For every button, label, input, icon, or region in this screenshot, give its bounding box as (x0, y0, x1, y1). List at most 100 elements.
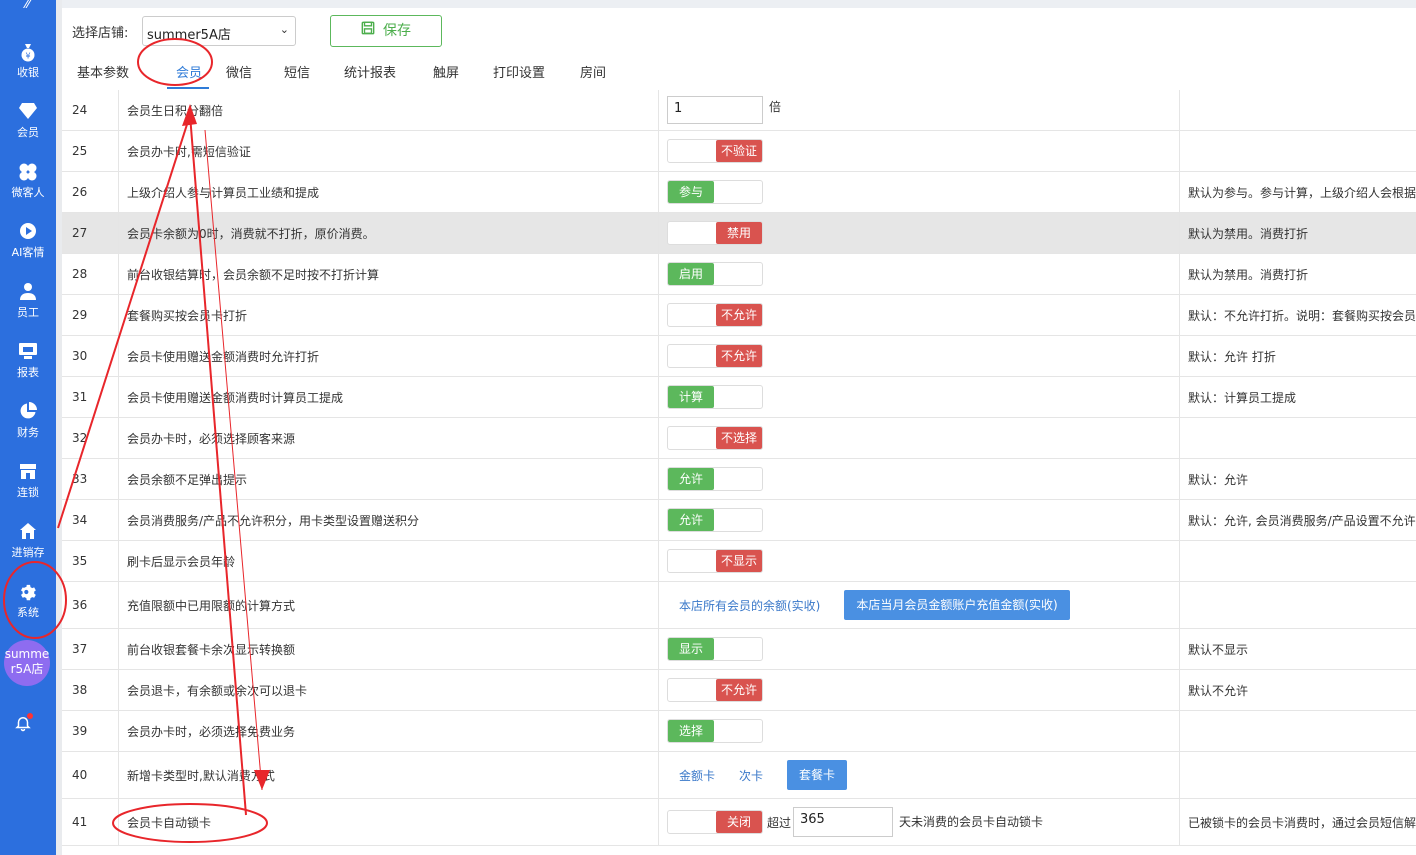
tab-7[interactable]: 房间 (580, 62, 606, 81)
toggle-switch[interactable]: 显示 (667, 637, 763, 661)
tab-6[interactable]: 打印设置 (493, 62, 545, 81)
lock-suffix: 天未消费的会员卡自动锁卡 (899, 815, 1044, 829)
save-label: 保存 (383, 23, 411, 39)
tab-0[interactable]: 基本参数 (77, 62, 129, 81)
setting-name: 会员办卡时，必须选择顾客来源 (119, 418, 659, 458)
sidebar-item-label: 报表 (17, 366, 39, 379)
setting-description: 默认：允许, 会员消费服务/产品设置不允许 (1188, 513, 1416, 528)
tab-3[interactable]: 短信 (284, 62, 310, 81)
chevron-down-icon: ⌄ (279, 23, 289, 36)
toggle-label: 不允许 (716, 304, 762, 326)
lock-prefix: 超过 (767, 815, 792, 830)
setting-control: 不允许 (659, 670, 1180, 710)
main-panel: 选择店铺: summer5A店 ⌄ 保存 基本参数 会员 微信 短信 统计报表 触屏 打印设… (56, 0, 1416, 855)
sidebar-item-7[interactable]: 连锁 (0, 456, 56, 516)
row-number: 27 (62, 213, 119, 253)
setting-description (1180, 582, 1416, 628)
setting-name: 前台收银套餐卡余次显示转换额 (119, 629, 659, 669)
bell-icon[interactable] (14, 713, 34, 734)
tab-5[interactable]: 触屏 (433, 62, 459, 81)
sidebar-item-5[interactable]: 报表 (0, 336, 56, 396)
sidebar-item-2[interactable]: 微客人 (0, 156, 56, 216)
toggle-switch[interactable]: 禁用 (667, 221, 763, 245)
header: 选择店铺: summer5A店 ⌄ 保存 基本参数 会员 微信 短信 统计报表 触屏 打印设… (62, 8, 1416, 90)
table-row: 39 会员办卡时，必须选择免费业务 选择 (62, 711, 1416, 752)
toggle-switch[interactable]: 不允许 (667, 678, 763, 702)
toggle-switch[interactable]: 启用 (667, 262, 763, 286)
sidebar-item-0[interactable]: ¥ 收银 (0, 36, 56, 96)
save-button[interactable]: 保存 (330, 15, 442, 47)
setting-description (1180, 131, 1416, 171)
table-row: 24 会员生日积分翻倍 1 倍 (62, 90, 1416, 131)
setting-control: 不允许 (659, 336, 1180, 376)
toggle-switch[interactable]: 不允许 (667, 344, 763, 368)
setting-description: 默认：计算员工提成 (1188, 390, 1297, 405)
sidebar-item-label: 员工 (17, 306, 39, 319)
setting-description (1180, 541, 1416, 581)
pie-chart-icon (18, 402, 38, 422)
setting-description (1180, 711, 1416, 751)
row-number: 30 (62, 336, 119, 376)
toggle-switch[interactable]: 不允许 (667, 303, 763, 327)
table-row: 26 上级介绍人参与计算员工业绩和提成 参与 默认为参与。参与计算，上级介绍人会根据 (62, 172, 1416, 213)
toggle-switch[interactable]: 不验证 (667, 139, 763, 163)
setting-name: 新增卡类型时,默认消费方式 (119, 752, 659, 798)
sidebar-item-label: 微客人 (11, 186, 45, 199)
tab-1[interactable]: 会员 (176, 62, 202, 81)
sidebar-item-3[interactable]: AI客情 (0, 216, 56, 276)
active-tab-underline (167, 87, 209, 89)
setting-description (1180, 752, 1416, 798)
row-number: 38 (62, 670, 119, 710)
row-number: 34 (62, 500, 119, 540)
sidebar-item-4[interactable]: 员工 (0, 276, 56, 336)
toggle-label: 禁用 (716, 222, 762, 244)
setting-description: 默认为禁用。消费打折 (1188, 267, 1309, 282)
toggle-switch[interactable]: 关闭 (667, 810, 763, 834)
setting-description: 默认不显示 (1188, 642, 1249, 657)
lock-days-input[interactable]: 365 (793, 807, 894, 837)
setting-control: 参与 (659, 172, 1180, 212)
diamond-icon (18, 102, 38, 122)
setting-description: 默认：允许 (1188, 472, 1249, 487)
setting-name: 会员退卡，有余额或余次可以退卡 (119, 670, 659, 710)
collapse-icon[interactable]: ⁄⁄ (0, 0, 56, 24)
table-row: 33 会员余额不足弹出提示 允许 默认：允许 (62, 459, 1416, 500)
toggle-switch[interactable]: 允许 (667, 467, 763, 491)
tab-2[interactable]: 微信 (226, 62, 252, 81)
sidebar-item-1[interactable]: 会员 (0, 96, 56, 156)
option-2[interactable]: 套餐卡 (787, 760, 848, 790)
toggle-switch[interactable]: 不显示 (667, 549, 763, 573)
toggle-switch[interactable]: 选择 (667, 719, 763, 743)
option-0[interactable]: 本店所有会员的余额(实收) (679, 597, 820, 614)
row-number: 35 (62, 541, 119, 581)
row-number: 39 (62, 711, 119, 751)
row-number: 31 (62, 377, 119, 417)
toggle-switch[interactable]: 计算 (667, 385, 763, 409)
table-row: 30 会员卡使用赠送金额消费时允许打折 不允许 默认：允许 打折 (62, 336, 1416, 377)
toggle-label: 不验证 (716, 140, 762, 162)
store-select[interactable]: summer5A店 ⌄ (142, 16, 296, 46)
avatar[interactable]: summer5A店 (4, 640, 50, 686)
multiplier-input[interactable]: 1 (667, 96, 763, 124)
setting-description (1180, 418, 1416, 458)
toggle-switch[interactable]: 允许 (667, 508, 763, 532)
tab-4[interactable]: 统计报表 (344, 62, 396, 81)
gear-icon (18, 582, 38, 602)
sidebar-item-label: 财务 (17, 426, 39, 439)
sidebar-item-8[interactable]: 进销存 (0, 516, 56, 576)
sidebar-item-6[interactable]: 财务 (0, 396, 56, 456)
table-row: 34 会员消费服务/产品不允许积分，用卡类型设置赠送积分 允许 默认：允许, 会员消费… (62, 500, 1416, 541)
store-label: 选择店铺: (72, 26, 129, 41)
toggle-label: 不显示 (716, 550, 762, 572)
table-row: 38 会员退卡，有余额或余次可以退卡 不允许 默认不允许 (62, 670, 1416, 711)
toggle-switch[interactable]: 参与 (667, 180, 763, 204)
setting-control: 允许 (659, 459, 1180, 499)
option-0[interactable]: 金额卡 (679, 767, 715, 784)
option-1[interactable]: 本店当月会员金额账户充值金额(实收) (844, 590, 1070, 620)
toggle-switch[interactable]: 不选择 (667, 426, 763, 450)
setting-control: 显示 (659, 629, 1180, 669)
setting-name: 会员卡使用赠送金额消费时允许打折 (119, 336, 659, 376)
sidebar-item-9[interactable]: 系统 (0, 576, 56, 636)
option-1[interactable]: 次卡 (739, 767, 763, 784)
setting-control: 禁用 (659, 213, 1180, 253)
